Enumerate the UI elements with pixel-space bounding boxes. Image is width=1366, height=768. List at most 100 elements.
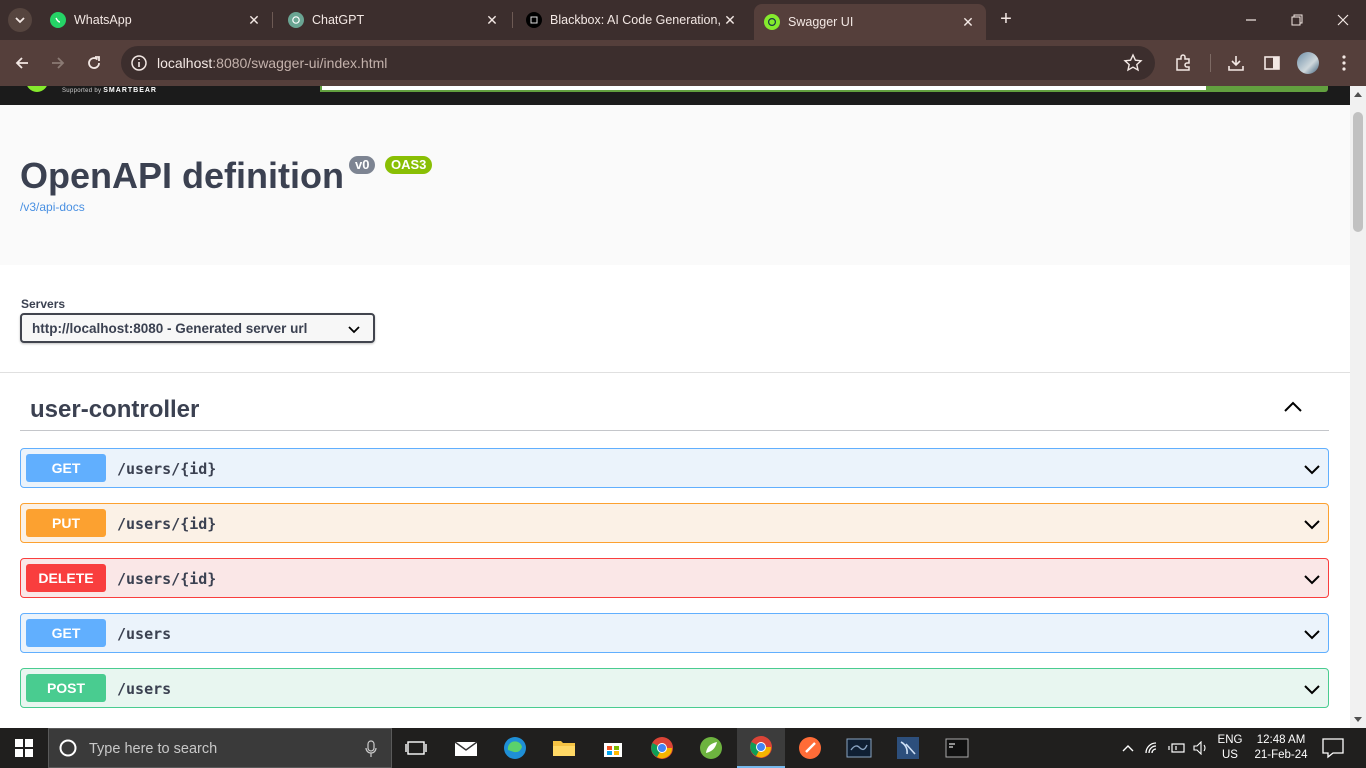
chrome-icon [750, 736, 772, 758]
downloads-button[interactable] [1225, 52, 1247, 74]
extensions-button[interactable] [1172, 52, 1194, 74]
reload-button[interactable] [80, 49, 108, 77]
tab-close-icon[interactable]: ✕ [960, 14, 976, 30]
swagger-logo[interactable] [26, 86, 48, 92]
chevron-down-icon[interactable] [1302, 679, 1322, 699]
chrome-icon [651, 737, 673, 759]
tab-close-icon[interactable]: ✕ [722, 12, 738, 28]
network-status[interactable] [1142, 728, 1164, 768]
address-bar[interactable]: localhost:8080/swagger-ui/index.html [121, 46, 1155, 80]
arrow-left-icon [15, 57, 28, 69]
mysql-workbench-app[interactable] [884, 728, 932, 768]
info-icon[interactable] [129, 53, 149, 73]
start-button[interactable] [0, 728, 48, 768]
command-prompt-app[interactable] [933, 728, 981, 768]
chatgpt-icon [288, 12, 304, 28]
minimize-button[interactable] [1228, 0, 1274, 40]
tab-separator [512, 12, 513, 28]
chevron-down-icon[interactable] [1302, 624, 1322, 644]
version-badge: v0 [349, 156, 376, 174]
browser-toolbar: localhost:8080/swagger-ui/index.html [0, 40, 1366, 86]
swagger-icon [764, 14, 780, 30]
clock-time: 12:48 AM [1256, 734, 1306, 746]
chrome-profile-app[interactable] [737, 728, 785, 768]
back-button[interactable] [8, 49, 36, 77]
spring-leaf-icon [700, 737, 722, 759]
close-icon [1337, 14, 1349, 26]
method-badge: PUT [26, 509, 106, 537]
operation-path: /users [117, 680, 172, 698]
profile-avatar[interactable] [1297, 52, 1319, 74]
chevron-up-icon [1122, 745, 1134, 752]
operation-path: /users/{id} [117, 515, 217, 533]
tab-title: Swagger UI [788, 15, 854, 29]
blackbox-icon [526, 12, 542, 28]
url-text[interactable]: localhost:8080/swagger-ui/index.html [157, 55, 387, 71]
tag-header[interactable]: user-controller [20, 393, 1329, 431]
chevron-down-icon[interactable] [1302, 459, 1322, 479]
spec-url-input[interactable] [320, 86, 1208, 92]
bookmark-star-icon[interactable] [1123, 53, 1143, 73]
browser-menu-button[interactable] [1333, 52, 1355, 74]
taskbar-search-box[interactable]: Type here to search [48, 728, 392, 768]
chrome-app[interactable] [638, 728, 686, 768]
oas-badge: OAS3 [385, 156, 433, 174]
chevron-down-icon[interactable] [1302, 514, 1322, 534]
show-hidden-icons-button[interactable] [1118, 728, 1138, 768]
store-app[interactable] [589, 728, 637, 768]
smartbear-text: SMARTBEAR [103, 87, 157, 94]
tab-close-icon[interactable]: ✕ [484, 12, 500, 28]
scrollbar-thumb[interactable] [1353, 112, 1363, 232]
api-docs-link[interactable]: /v3/api-docs [20, 200, 85, 214]
edge-app[interactable] [491, 728, 539, 768]
page-viewport: Supported by SMARTBEAR OpenAPI definitio… [0, 86, 1366, 728]
tab-whatsapp[interactable]: WhatsApp ✕ [40, 4, 272, 36]
mysql-icon [846, 738, 872, 758]
file-explorer-app[interactable] [540, 728, 588, 768]
scroll-down-icon[interactable] [1354, 717, 1362, 722]
operation-get-users[interactable]: GET /users [20, 613, 1329, 653]
operation-post-users[interactable]: POST /users [20, 668, 1329, 708]
postman-app[interactable] [786, 728, 834, 768]
servers-select[interactable]: http://localhost:8080 - Generated server… [20, 313, 375, 343]
power-status[interactable] [1166, 728, 1188, 768]
close-window-button[interactable] [1320, 0, 1366, 40]
new-tab-button[interactable]: + [994, 8, 1018, 32]
tab-search-button[interactable] [8, 8, 32, 32]
arrow-right-icon [52, 57, 65, 69]
mysql-app[interactable] [835, 728, 883, 768]
restore-button[interactable] [1274, 0, 1320, 40]
tab-close-icon[interactable]: ✕ [246, 12, 262, 28]
volume-control[interactable] [1190, 728, 1212, 768]
tag-name: user-controller [30, 396, 200, 423]
microphone-icon[interactable] [365, 740, 377, 758]
operation-get-user-by-id[interactable]: GET /users/{id} [20, 448, 1329, 488]
chevron-up-icon[interactable] [1281, 395, 1305, 419]
mail-app[interactable] [442, 728, 490, 768]
forward-button[interactable] [44, 49, 72, 77]
battery-plug-icon [1168, 743, 1185, 753]
spring-tool-suite-app[interactable] [687, 728, 735, 768]
toolbar-separator [1210, 54, 1211, 72]
notification-icon[interactable] [1320, 737, 1346, 759]
page-scrollbar[interactable] [1350, 86, 1366, 728]
swagger-topbar: Supported by SMARTBEAR [0, 86, 1350, 105]
operation-delete-user[interactable]: DELETE /users/{id} [20, 558, 1329, 598]
input-language[interactable]: ENG US [1216, 733, 1244, 763]
tab-chatgpt[interactable]: ChatGPT ✕ [278, 4, 510, 36]
tag-section-user-controller: user-controller GET /users/{id} PUT /use… [0, 373, 1350, 728]
task-view-button[interactable] [392, 728, 440, 768]
download-icon [1228, 56, 1244, 71]
tab-blackbox[interactable]: Blackbox: AI Code Generation, C ✕ [516, 4, 748, 36]
side-panel-button[interactable] [1261, 52, 1283, 74]
operation-path: /users/{id} [117, 570, 217, 588]
tab-swagger-ui[interactable]: Swagger UI ✕ [754, 4, 986, 40]
system-clock[interactable]: 12:48 AM 21-Feb-24 [1250, 733, 1312, 763]
operation-put-user[interactable]: PUT /users/{id} [20, 503, 1329, 543]
reload-icon [88, 56, 100, 69]
explore-button[interactable] [1208, 86, 1328, 92]
speaker-icon [1193, 741, 1206, 755]
search-icon [59, 739, 77, 757]
chevron-down-icon[interactable] [1302, 569, 1322, 589]
scroll-up-icon[interactable] [1354, 92, 1362, 97]
